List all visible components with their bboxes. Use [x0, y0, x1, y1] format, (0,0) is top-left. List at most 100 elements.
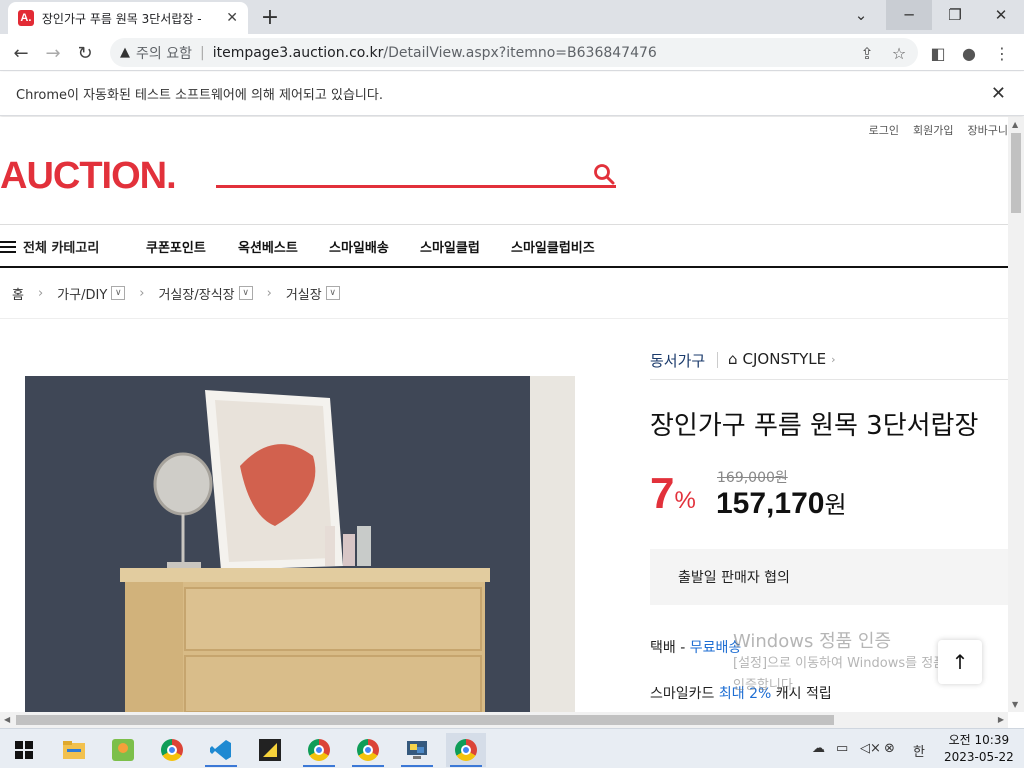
search-input[interactable] — [216, 185, 616, 188]
display-icon[interactable]: ▭ — [836, 741, 848, 756]
security-label[interactable]: 주의 요함 — [136, 43, 192, 63]
horizontal-scrollbar[interactable]: ◀ ▶ — [0, 712, 1008, 728]
omnibox-divider: | — [199, 44, 205, 61]
scroll-up-arrow-icon[interactable]: ▲ — [1012, 120, 1018, 129]
browser-toolbar: ← → ↻ ▲ 주의 요함 | itempage3.auction.co.kr/… — [0, 34, 1024, 71]
chrome-taskbar-button-4[interactable] — [446, 733, 486, 767]
arrow-up-icon: ↑ — [951, 650, 969, 674]
chrome-icon — [455, 739, 477, 761]
all-category-label: 전체 카테고리 — [23, 241, 100, 256]
chevron-down-icon[interactable]: ∨ — [238, 286, 253, 300]
all-category-button[interactable]: 전체 카테고리 — [0, 237, 99, 256]
sticky-notes-button[interactable] — [250, 733, 290, 767]
side-panel-icon[interactable]: ◧ — [927, 42, 949, 64]
status-icon[interactable]: ⊗ — [884, 741, 895, 756]
profile-avatar-icon[interactable]: ● — [958, 42, 980, 64]
delivery-label: 택배 - — [650, 640, 690, 656]
chrome-taskbar-button-1[interactable] — [152, 733, 192, 767]
forward-arrow-icon[interactable]: → — [40, 40, 66, 66]
top-links: 로그인 회원가입 장바구니 — [869, 122, 1008, 138]
chrome-taskbar-button-3[interactable] — [348, 733, 388, 767]
url-text[interactable]: itempage3.auction.co.kr/DetailView.aspx?… — [213, 45, 657, 61]
browser-tab[interactable]: A. 장인가구 푸름 원목 3단서랍장 - ✕ — [8, 2, 248, 34]
address-bar[interactable]: ▲ 주의 요함 | itempage3.auction.co.kr/Detail… — [110, 38, 918, 67]
maps-app-button[interactable] — [103, 733, 143, 767]
menu-kebab-icon[interactable]: ⋮ — [991, 42, 1013, 64]
nav-coupon-point[interactable]: 쿠폰포인트 — [146, 237, 206, 256]
product-image[interactable] — [25, 376, 575, 712]
chevron-right-icon: › — [139, 285, 145, 301]
vertical-scroll-thumb[interactable] — [1011, 133, 1021, 213]
file-explorer-button[interactable] — [54, 733, 94, 767]
store-link[interactable]: ⌂ CJONSTYLE › — [728, 350, 836, 368]
price-unit: 원 — [824, 492, 847, 519]
map-pin-icon — [112, 739, 134, 761]
brand-divider — [717, 352, 718, 368]
search-icon[interactable] — [593, 163, 615, 185]
watermark-line3: 인증합니다. — [733, 678, 797, 693]
chrome-taskbar-button-2[interactable] — [299, 733, 339, 767]
ime-indicator[interactable]: 한 — [913, 741, 925, 760]
infobar-close-icon[interactable]: ✕ — [991, 83, 1006, 104]
bookmark-star-icon[interactable]: ☆ — [888, 42, 910, 64]
clock-date: 2023-05-22 — [944, 750, 1014, 764]
python-taskbar-button[interactable] — [397, 733, 437, 767]
discount-unit: % — [674, 487, 696, 514]
tab-search-chevron-icon[interactable]: ⌄ — [838, 0, 884, 30]
chevron-down-icon[interactable]: ∨ — [325, 286, 340, 300]
close-window-button[interactable]: ✕ — [978, 0, 1024, 30]
back-arrow-icon[interactable]: ← — [8, 40, 34, 66]
infobar-text: Chrome이 자동화된 테스트 소프트웨어에 의해 제어되고 있습니다. — [16, 88, 383, 103]
windows-activation-watermark: Windows 정품 인증 [설정]으로 이동하여 Windows를 정품 인증… — [733, 631, 945, 697]
scroll-right-arrow-icon[interactable]: ▶ — [998, 715, 1004, 724]
chevron-right-icon: › — [266, 285, 272, 301]
delivery-info: 택배 - 무료배송 — [650, 637, 741, 657]
chrome-icon — [357, 739, 379, 761]
signup-link[interactable]: 회원가입 — [913, 122, 953, 138]
new-tab-button[interactable]: + — [258, 4, 282, 30]
main-nav: 전체 카테고리 쿠폰포인트 옥션베스트 스마일배송 스마일클럽 스마일클럽비즈 — [0, 224, 1008, 268]
vscode-taskbar-button[interactable] — [201, 733, 241, 767]
store-name: CJONSTYLE — [742, 350, 827, 368]
vertical-scrollbar[interactable]: ▲ ▼ — [1008, 117, 1024, 712]
watermark-title: Windows 정품 인증 — [733, 631, 892, 652]
login-link[interactable]: 로그인 — [869, 122, 899, 138]
start-button[interactable] — [4, 733, 44, 767]
dresser-photo — [25, 376, 575, 712]
breadcrumb-furniture[interactable]: 가구/DIY — [57, 284, 107, 303]
scroll-down-arrow-icon[interactable]: ▼ — [1012, 700, 1018, 709]
share-icon[interactable]: ⇪ — [856, 42, 878, 64]
url-host: itempage3.auction.co.kr — [212, 44, 384, 61]
horizontal-scroll-thumb[interactable] — [16, 715, 834, 725]
nav-auction-best[interactable]: 옥션베스트 — [238, 237, 298, 256]
price-value: 157,170 — [716, 487, 825, 520]
nav-smile-club[interactable]: 스마일클럽 — [420, 237, 480, 256]
restore-button[interactable]: ❐ — [932, 0, 978, 30]
reload-icon[interactable]: ↻ — [72, 40, 98, 66]
breadcrumb-cabinet[interactable]: 거실장/장식장 — [158, 284, 234, 303]
warning-triangle-icon[interactable]: ▲ — [120, 45, 130, 60]
tab-close-icon[interactable]: ✕ — [226, 10, 238, 26]
nav-smile-delivery[interactable]: 스마일배송 — [329, 237, 389, 256]
windows-logo-icon — [15, 741, 33, 759]
chevron-down-icon[interactable]: ∨ — [111, 286, 126, 300]
nav-smile-club-biz[interactable]: 스마일클럽비즈 — [511, 237, 595, 256]
brand-name[interactable]: 동서가구 — [650, 350, 705, 371]
system-clock[interactable]: 오전 10:39 2023-05-22 — [944, 732, 1014, 766]
scroll-to-top-button[interactable]: ↑ — [938, 640, 982, 684]
shipping-notice: 출발일 판매자 협의 — [650, 549, 1008, 605]
page-viewport: 로그인 회원가입 장바구니 AUCTION. 전체 카테고리 쿠폰포인트 옥션베… — [0, 117, 1008, 712]
url-path: /DetailView.aspx?itemno=B636847476 — [383, 44, 657, 61]
breadcrumb-living-cabinet[interactable]: 거실장 — [286, 284, 322, 303]
scroll-left-arrow-icon[interactable]: ◀ — [4, 715, 10, 724]
minimize-button[interactable]: ─ — [886, 0, 932, 30]
breadcrumb-home[interactable]: 홈 — [12, 284, 24, 303]
chrome-icon — [161, 739, 183, 761]
auction-logo[interactable]: AUCTION. — [0, 155, 177, 198]
network-cloud-icon[interactable]: ☁ — [812, 741, 825, 756]
cart-link[interactable]: 장바구니 — [968, 122, 1008, 138]
tab-title: 장인가구 푸름 원목 3단서랍장 - — [41, 11, 202, 26]
volume-muted-icon[interactable]: ◁× — [860, 741, 881, 756]
product-title: 장인가구 푸름 원목 3단서랍장 — [650, 411, 979, 441]
python-monitor-icon — [407, 741, 427, 759]
